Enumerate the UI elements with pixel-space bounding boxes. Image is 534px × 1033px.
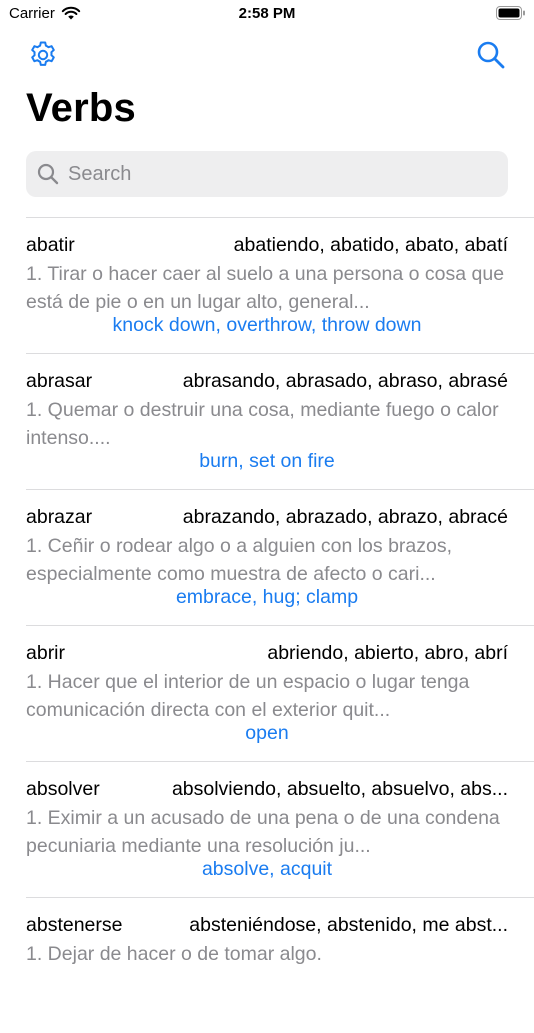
battery-icon — [496, 6, 526, 26]
verb-forms: abrazando, abrazado, abrazo, abracé — [182, 506, 508, 528]
verb-translation: absolve, acquit — [201, 858, 333, 880]
search-icon — [37, 163, 59, 185]
verb-infinitive: abrasar — [26, 370, 93, 392]
search-button[interactable] — [474, 38, 508, 72]
verb-row[interactable]: abstenerse absteniéndose, abstenido, me … — [26, 897, 534, 1033]
verb-infinitive: absolver — [26, 778, 100, 800]
verb-row-header: absolver absolviendo, absuelto, absuelvo… — [26, 778, 508, 804]
status-bar: Carrier 2:58 PM — [0, 0, 534, 30]
verb-row-header: abrasar abrasando, abrasado, abraso, abr… — [26, 370, 508, 396]
verb-list[interactable]: abatir abatiendo, abatido, abato, abatí … — [0, 217, 534, 1033]
verb-definition: 1. Dejar de hacer o de tomar algo. — [26, 943, 322, 965]
verb-translation: knock down, overthrow, throw down — [112, 314, 422, 336]
search-bar[interactable] — [26, 151, 508, 197]
verb-translation: open — [245, 722, 289, 744]
verb-row[interactable]: abrir abriendo, abierto, abro, abrí 1. H… — [26, 625, 534, 761]
verb-infinitive: abstenerse — [26, 914, 123, 936]
verb-row-header: abatir abatiendo, abatido, abato, abatí — [26, 234, 508, 260]
verb-row[interactable]: abrazar abrazando, abrazado, abrazo, abr… — [26, 489, 534, 625]
verb-row-header: abrazar abrazando, abrazado, abrazo, abr… — [26, 506, 508, 532]
page-title: Verbs — [26, 86, 136, 130]
verb-infinitive: abrir — [26, 642, 66, 664]
verb-forms: absteniéndose, abstenido, me abst... — [189, 914, 508, 936]
verb-row[interactable]: absolver absolviendo, absuelto, absuelvo… — [26, 761, 534, 897]
verb-row[interactable]: abrasar abrasando, abrasado, abraso, abr… — [26, 353, 534, 489]
settings-button[interactable] — [26, 38, 60, 72]
verb-forms: abatiendo, abatido, abato, abatí — [233, 234, 508, 256]
verb-definition: 1. Quemar o destruir una cosa, mediante … — [26, 399, 499, 449]
search-input[interactable] — [66, 161, 470, 187]
verb-definition: 1. Hacer que el interior de un espacio o… — [26, 671, 470, 721]
verb-row-header: abstenerse absteniéndose, abstenido, me … — [26, 914, 508, 940]
verb-forms: abrasando, abrasado, abraso, abrasé — [182, 370, 508, 392]
verb-translation: burn, set on fire — [199, 450, 335, 472]
magnifying-glass-icon — [477, 41, 505, 69]
verb-definition: 1. Eximir a un acusado de una pena o de … — [26, 807, 500, 857]
verb-row[interactable]: abatir abatiendo, abatido, abato, abatí … — [26, 217, 534, 353]
verb-row-header: abrir abriendo, abierto, abro, abrí — [26, 642, 508, 668]
verb-forms: absolviendo, absuelto, absuelvo, abs... — [171, 778, 508, 800]
verb-definition: 1. Ceñir o rodear algo o a alguien con l… — [26, 535, 453, 585]
gear-icon — [31, 41, 55, 66]
verb-forms: abriendo, abierto, abro, abrí — [267, 642, 508, 664]
verb-definition: 1. Tirar o hacer caer al suelo a una per… — [26, 263, 505, 313]
status-time: 2:58 PM — [238, 5, 296, 22]
navigation-bar — [0, 36, 534, 76]
verb-infinitive: abrazar — [26, 506, 93, 528]
verb-infinitive: abatir — [26, 234, 75, 256]
verb-translation: embrace, hug; clamp — [175, 586, 359, 608]
